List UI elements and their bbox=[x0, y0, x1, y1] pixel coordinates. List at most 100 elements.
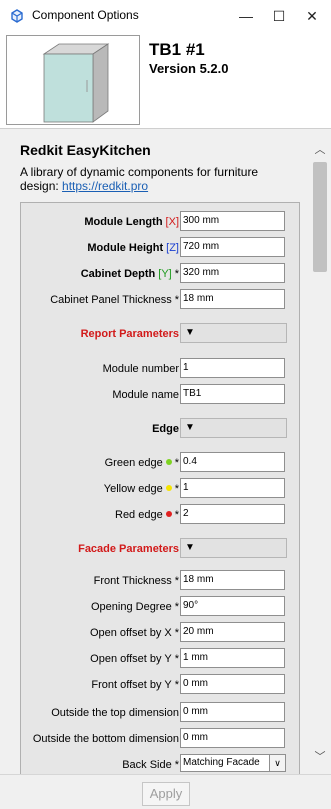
parameter-input[interactable]: 18 mm bbox=[180, 289, 285, 309]
select-value: Matching Facade bbox=[183, 757, 260, 768]
parameter-input[interactable]: 2 bbox=[180, 504, 285, 524]
section-toggle-icon[interactable]: ▼ bbox=[180, 418, 287, 438]
required-star: * bbox=[174, 509, 179, 521]
vertical-scrollbar[interactable]: ︿ ﹀ bbox=[309, 139, 331, 772]
brand-description: A library of dynamic components for furn… bbox=[20, 165, 300, 193]
parameter-input[interactable]: 1 bbox=[180, 478, 285, 498]
parameter-input[interactable]: 300 mm bbox=[180, 211, 285, 231]
section-label: Report Parameters bbox=[81, 328, 179, 340]
parameter-label-text: Cabinet Depth bbox=[80, 268, 156, 280]
edge-color-dot-icon bbox=[165, 485, 172, 491]
parameter-row: Front Thickness * 18 mm bbox=[21, 570, 299, 592]
apply-button[interactable]: Apply bbox=[142, 782, 190, 806]
parameter-input[interactable]: 20 mm bbox=[180, 622, 285, 642]
section-label: Edge bbox=[152, 423, 179, 435]
parameter-input[interactable]: 720 mm bbox=[180, 237, 285, 257]
parameter-label: Back Side * bbox=[122, 759, 179, 771]
cabinet-preview-icon bbox=[42, 43, 110, 123]
component-header: TB1 #1 Version 5.2.0 bbox=[0, 32, 331, 129]
required-star: * bbox=[174, 759, 179, 771]
parameter-label-text: Module name bbox=[112, 389, 179, 401]
parameter-row: Red edge * 2 bbox=[21, 504, 299, 526]
parameter-label-text: Yellow edge bbox=[103, 483, 163, 495]
section-label: Facade Parameters bbox=[78, 543, 179, 555]
parameter-label: Module Length [X] bbox=[84, 216, 179, 228]
brand-link[interactable]: https://redkit.pro bbox=[62, 179, 148, 193]
parameter-row: Outside the top dimension 0 mm bbox=[21, 702, 299, 724]
parameter-label: Front Thickness * bbox=[94, 575, 179, 587]
axis-tag: [Y] bbox=[158, 268, 172, 280]
parameter-input[interactable]: 0 mm bbox=[180, 674, 285, 694]
parameter-row: Module name TB1 bbox=[21, 384, 299, 406]
parameter-row: Yellow edge * 1 bbox=[21, 478, 299, 500]
section-toggle-icon[interactable]: ▼ bbox=[180, 538, 287, 558]
parameter-label-text: Report Parameters bbox=[80, 328, 179, 340]
parameter-input[interactable]: 90° bbox=[180, 596, 285, 616]
parameter-label: Yellow edge * bbox=[104, 483, 179, 495]
parameter-label-text: Edge bbox=[152, 423, 179, 435]
parameter-row: Outside the bottom dimension 0 mm bbox=[21, 728, 299, 750]
minimize-button[interactable]: — bbox=[229, 0, 263, 32]
parameter-input[interactable]: TB1 bbox=[180, 384, 285, 404]
parameter-label-text: Module Height bbox=[87, 242, 164, 254]
parameter-label: Module number bbox=[103, 363, 179, 375]
parameter-label-text: Opening Degree bbox=[90, 601, 172, 613]
required-star: * bbox=[174, 268, 179, 280]
parameter-label: Cabinet Depth [Y] * bbox=[81, 268, 179, 280]
parameter-row: Module Height [Z] 720 mm bbox=[21, 237, 299, 259]
back-side-select[interactable]: Matching Facade ∨ bbox=[180, 754, 286, 772]
parameter-label-text: Outside the bottom dimension bbox=[32, 733, 179, 745]
scroll-up-icon[interactable]: ︿ bbox=[309, 141, 331, 159]
parameter-label-text: Module number bbox=[102, 363, 179, 375]
required-star: * bbox=[174, 483, 179, 495]
brand-title: Redkit EasyKitchen bbox=[20, 142, 151, 158]
section-row: Report Parameters ▼ bbox=[21, 323, 299, 345]
parameter-label: Module Height [Z] bbox=[87, 242, 179, 254]
parameter-label-text: Cabinet Panel Thickness bbox=[50, 294, 172, 306]
parameter-label: Cabinet Panel Thickness * bbox=[50, 294, 179, 306]
parameter-row: Open offset by Y * 1 mm bbox=[21, 648, 299, 670]
parameter-label: Outside the bottom dimension bbox=[33, 733, 179, 745]
required-star: * bbox=[174, 653, 179, 665]
close-button[interactable]: ✕ bbox=[295, 0, 329, 32]
parameter-row: Opening Degree * 90° bbox=[21, 596, 299, 618]
sketchup-icon bbox=[11, 9, 23, 23]
component-thumbnail bbox=[6, 35, 140, 125]
options-content: Redkit EasyKitchen A library of dynamic … bbox=[0, 129, 309, 774]
section-row: Facade Parameters ▼ bbox=[21, 538, 299, 560]
parameter-label: Opening Degree * bbox=[91, 601, 179, 613]
parameter-row: Module number 1 bbox=[21, 358, 299, 380]
parameter-label-text: Back Side bbox=[122, 759, 172, 771]
parameter-label: Module name bbox=[112, 389, 179, 401]
scroll-down-icon[interactable]: ﹀ bbox=[309, 748, 331, 766]
parameter-label-text: Front Thickness bbox=[93, 575, 172, 587]
parameter-label-text: Open offset by X bbox=[89, 627, 172, 639]
section-toggle-icon[interactable]: ▼ bbox=[180, 323, 287, 343]
parameter-input[interactable]: 320 mm bbox=[180, 263, 285, 283]
parameter-label: Open offset by Y * bbox=[90, 653, 179, 665]
maximize-button[interactable]: ☐ bbox=[262, 0, 296, 32]
parameters-panel: Module Length [X] 300 mm Module Height [Z] 72… bbox=[20, 202, 300, 774]
parameter-row: Back Side * Matching Facade ∨ bbox=[21, 754, 299, 774]
parameter-label-text: Green edge bbox=[104, 457, 163, 469]
footer-bar: Apply bbox=[0, 774, 331, 809]
parameter-row: Cabinet Depth [Y] * 320 mm bbox=[21, 263, 299, 285]
title-bar: Component Options — ☐ ✕ bbox=[0, 0, 331, 32]
parameter-input[interactable]: 1 mm bbox=[180, 648, 285, 668]
required-star: * bbox=[174, 294, 179, 306]
parameter-input[interactable]: 18 mm bbox=[180, 570, 285, 590]
required-star: * bbox=[174, 627, 179, 639]
parameter-input[interactable]: 0 mm bbox=[180, 728, 285, 748]
parameter-row: Open offset by X * 20 mm bbox=[21, 622, 299, 644]
parameter-label: Red edge * bbox=[115, 509, 179, 521]
edge-color-dot-icon bbox=[165, 511, 172, 517]
parameter-input[interactable]: 1 bbox=[180, 358, 285, 378]
parameter-input[interactable]: 0.4 bbox=[180, 452, 285, 472]
section-row: Edge ▼ bbox=[21, 418, 299, 440]
chevron-down-icon[interactable]: ∨ bbox=[269, 755, 285, 771]
parameter-input[interactable]: 0 mm bbox=[180, 702, 285, 722]
required-star: * bbox=[174, 601, 179, 613]
parameter-label-text: Front offset by Y bbox=[91, 679, 172, 691]
scroll-thumb[interactable] bbox=[313, 162, 327, 272]
parameter-label-text: Outside the top dimension bbox=[51, 707, 179, 719]
